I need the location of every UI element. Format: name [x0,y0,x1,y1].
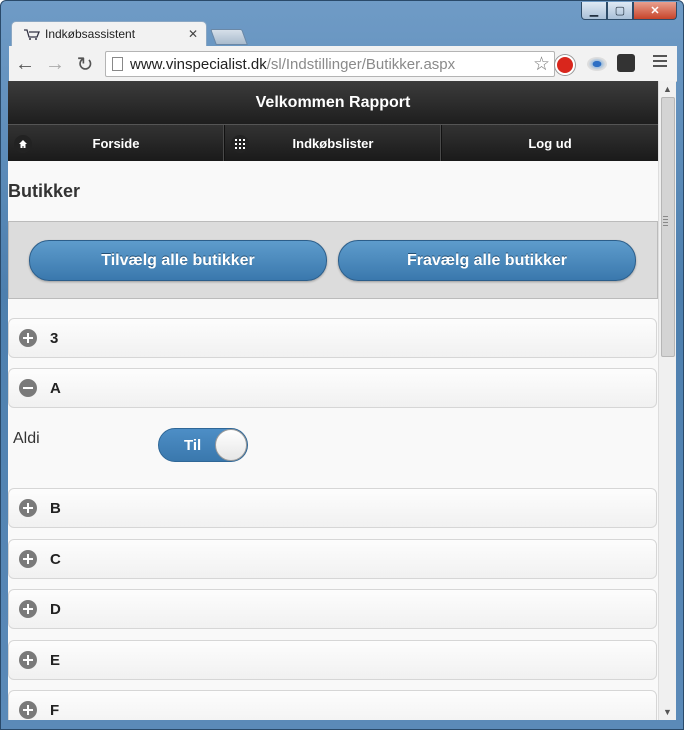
button-bar: Tilvælg alle butikker Fravælg alle butik… [8,221,658,299]
group-label: D [50,600,61,618]
group-label: A [50,379,61,397]
nav-label-indkobslister: Indkøbslister [292,135,374,151]
toggle-knob[interactable] [215,429,247,461]
forward-icon[interactable]: → [43,52,67,76]
scrollbar-grip-icon [663,216,668,228]
group-row-f[interactable]: F [8,690,657,720]
evernote-extension-icon[interactable] [617,54,635,72]
page-icon [112,57,123,71]
tab-close-icon[interactable]: ✕ [188,27,198,41]
group-row-e[interactable]: E [8,640,657,680]
plus-icon [19,550,37,568]
tab-title: Indkøbsassistent [45,27,136,41]
browser-toolbar: ← → ↻ www.vinspecialist.dk/sl/Indstillin… [9,46,677,82]
plus-icon [19,701,37,719]
nav-item-indkobslister[interactable]: Indkøbslister [225,125,442,161]
group-row-c[interactable]: C [8,539,657,579]
select-all-stores-button[interactable]: Tilvælg alle butikker [29,240,327,281]
window-controls: ▁ ▢ ✕ [581,2,677,20]
bookmark-star-icon[interactable]: ☆ [533,53,550,76]
browser-tab[interactable]: Indkøbsassistent ✕ [11,21,207,46]
group-row-d[interactable]: D [8,589,657,629]
group-row-a[interactable]: A [8,368,657,408]
store-toggle-switch[interactable]: Til [158,428,248,462]
toggle-label: Til [184,437,202,454]
new-tab-button[interactable] [210,29,248,45]
eye-extension-icon[interactable] [587,57,607,71]
group-label: F [50,701,60,719]
nav-item-forside[interactable]: Forside [8,125,225,161]
menu-icon[interactable] [653,55,667,70]
page-title: Butikker [8,181,81,201]
plus-icon [19,651,37,669]
nav-label-log-ud: Log ud [528,135,572,151]
page-viewport: Velkommen Rapport Forside Indkøbslister … [8,81,658,720]
plus-icon [19,499,37,517]
reload-icon[interactable]: ↻ [73,52,97,76]
group-label: 3 [50,329,59,347]
deselect-all-stores-button[interactable]: Fravælg alle butikker [338,240,636,281]
nav-item-log-ud[interactable]: Log ud [442,125,658,161]
scroll-down-icon[interactable]: ▼ [663,707,672,717]
page-header: Velkommen Rapport [8,81,658,124]
plus-icon [19,600,37,618]
address-bar[interactable]: www.vinspecialist.dk/sl/Indstillinger/Bu… [105,51,555,77]
group-row-3[interactable]: 3 [8,318,657,358]
nav-bar: Forside Indkøbslister Log ud [8,124,658,161]
minimize-button[interactable]: ▁ [581,2,607,20]
url-host: www.vinspecialist.dk [130,55,267,73]
vertical-scrollbar[interactable]: ▲ ▼ [658,81,676,720]
close-window-button[interactable]: ✕ [633,2,677,20]
back-icon[interactable]: ← [13,52,37,76]
scroll-up-icon[interactable]: ▲ [663,84,672,94]
nav-label-forside: Forside [92,135,140,151]
minus-icon [19,379,37,397]
group-label: C [50,550,61,568]
url-path: /sl/Indstillinger/Butikker.aspx [266,55,456,73]
group-row-b[interactable]: B [8,488,657,528]
plus-icon [19,329,37,347]
maximize-button[interactable]: ▢ [607,2,633,20]
store-name: Aldi [13,430,40,447]
home-icon [14,135,32,153]
group-label: B [50,499,61,517]
cart-icon [24,29,40,40]
group-label: E [50,651,61,669]
adblock-extension-icon[interactable] [555,55,575,75]
grid-icon [231,135,249,153]
